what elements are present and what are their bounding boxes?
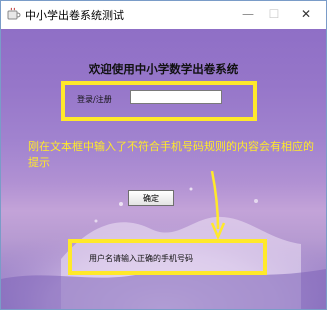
- title-bar: 中小学出卷系统测试 — ☐ ✕: [1, 1, 326, 29]
- java-app-icon: [7, 7, 21, 20]
- app-window: 中小学出卷系统测试 — ☐ ✕ 欢迎使用中小学数学出卷系统 登录/注册 刚在文本…: [0, 0, 327, 310]
- annotation-text: 刚在文本框中输入了不符合手机号码规则的内容会有相应的提示: [28, 140, 314, 169]
- maximize-button[interactable]: ☐: [261, 4, 287, 24]
- minimize-button[interactable]: —: [235, 4, 261, 24]
- window-title: 中小学出卷系统测试: [25, 9, 124, 22]
- arrow-down-icon: [210, 171, 226, 239]
- validation-message: 用户名请输入正确的手机号码: [89, 254, 193, 263]
- main-panel: 欢迎使用中小学数学出卷系统 登录/注册 刚在文本框中输入了不符合手机号码规则的内…: [1, 29, 326, 309]
- close-button[interactable]: ✕: [293, 4, 319, 24]
- welcome-heading: 欢迎使用中小学数学出卷系统: [88, 62, 239, 76]
- login-register-label: 登录/注册: [77, 95, 112, 104]
- confirm-button[interactable]: 确定: [128, 190, 174, 206]
- login-input[interactable]: [130, 90, 222, 104]
